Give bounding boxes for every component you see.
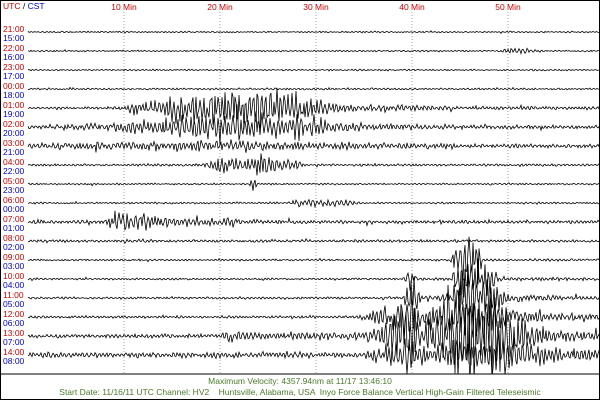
seismogram-plot: 10 Min 20 Min 30 Min 40 Min 50 Min 21:00 15:0…: [1, 2, 599, 375]
row-cst-label: 20:00: [3, 128, 25, 138]
timezone-legend: UTC / CST: [3, 1, 45, 12]
seismic-trace: [27, 295, 599, 374]
helicorder-display: 10 Min 20 Min 30 Min 40 Min 50 Min 21:00 15:0…: [0, 0, 600, 400]
utc-legend-label: UTC: [3, 1, 21, 11]
x-tick-label: 50 Min: [495, 2, 521, 12]
row-cst-label: 18:00: [3, 90, 25, 100]
seismic-trace: [27, 179, 599, 191]
station-info-text: Start Date: 11/16/11 UTC Channel: HV2 Hu…: [59, 387, 541, 397]
row-cst-label: 16:00: [3, 52, 25, 62]
seismic-trace: [27, 237, 599, 245]
cst-legend-label: CST: [27, 1, 45, 11]
seismic-trace: [27, 210, 599, 232]
row-cst-label: 23:00: [3, 185, 25, 195]
seismic-trace: [27, 47, 599, 56]
row-cst-label: 17:00: [3, 71, 25, 81]
x-tick-label: 30 Min: [303, 2, 329, 12]
seismic-trace: [27, 68, 599, 72]
seismic-trace: [27, 30, 599, 34]
row-cst-label: 00:00: [3, 204, 25, 214]
row-cst-label: 06:00: [3, 318, 25, 328]
row-cst-label: 15:00: [3, 33, 25, 43]
gridlines: [123, 12, 509, 373]
legend-separator: /: [20, 1, 28, 11]
row-cst-label: 07:00: [3, 337, 25, 347]
row-time-labels: 21:00 15:00 22:00 16:00 23:00 17:00 00:00 18:00…: [3, 24, 25, 366]
seismic-traces: [27, 30, 599, 374]
row-cst-label: 22:00: [3, 166, 25, 176]
row-cst-label: 01:00: [3, 223, 25, 233]
row-cst-label: 04:00: [3, 280, 25, 290]
x-tick-label: 20 Min: [207, 2, 233, 12]
row-cst-label: 08:00: [3, 356, 25, 366]
seismic-trace: [27, 153, 599, 176]
seismic-trace: [27, 198, 599, 209]
row-cst-label: 05:00: [3, 299, 25, 309]
x-tick-label: 10 Min: [111, 2, 137, 12]
row-cst-label: 02:00: [3, 242, 25, 252]
x-tick-label: 40 Min: [399, 2, 425, 12]
row-cst-label: 19:00: [3, 109, 25, 119]
seismic-trace: [27, 104, 599, 146]
row-cst-label: 03:00: [3, 261, 25, 271]
seismic-trace: [27, 258, 599, 298]
seismic-trace: [27, 86, 599, 91]
row-cst-label: 21:00: [3, 147, 25, 157]
max-velocity-text: Maximum Velocity: 4357.94nm at 11/17 13:…: [208, 376, 392, 386]
seismic-trace: [27, 236, 599, 285]
x-axis-ticks: 10 Min 20 Min 30 Min 40 Min 50 Min: [111, 2, 521, 12]
seismic-trace: [27, 139, 599, 153]
seismic-trace: [27, 284, 599, 364]
